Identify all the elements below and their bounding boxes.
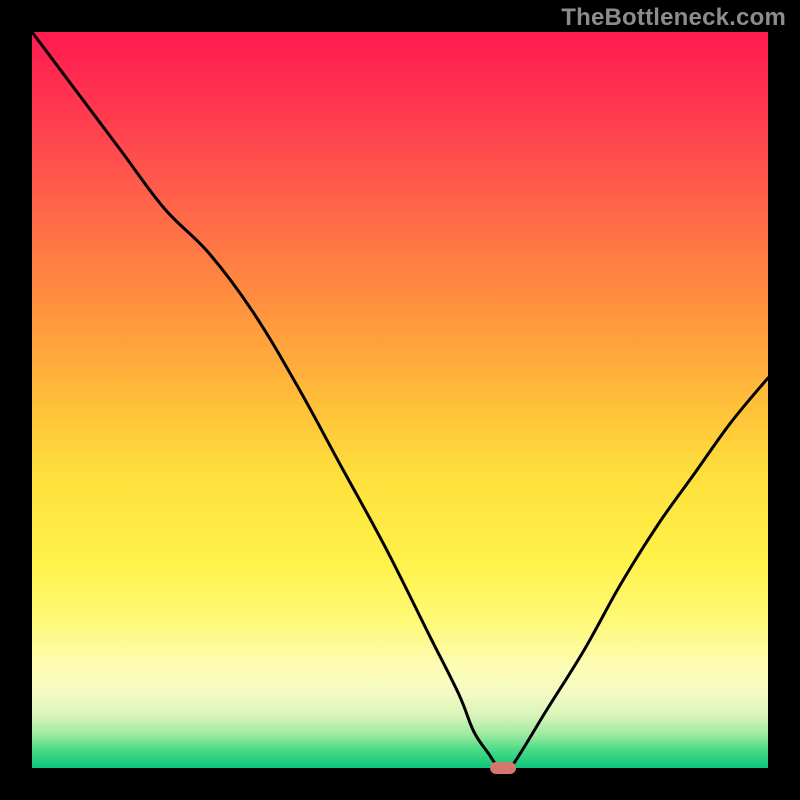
watermark-text: TheBottleneck.com xyxy=(561,4,786,32)
chart-frame: TheBottleneck.com xyxy=(0,0,800,800)
optimal-marker xyxy=(490,762,516,774)
bottleneck-chart xyxy=(0,0,800,800)
plot-background xyxy=(32,32,768,768)
